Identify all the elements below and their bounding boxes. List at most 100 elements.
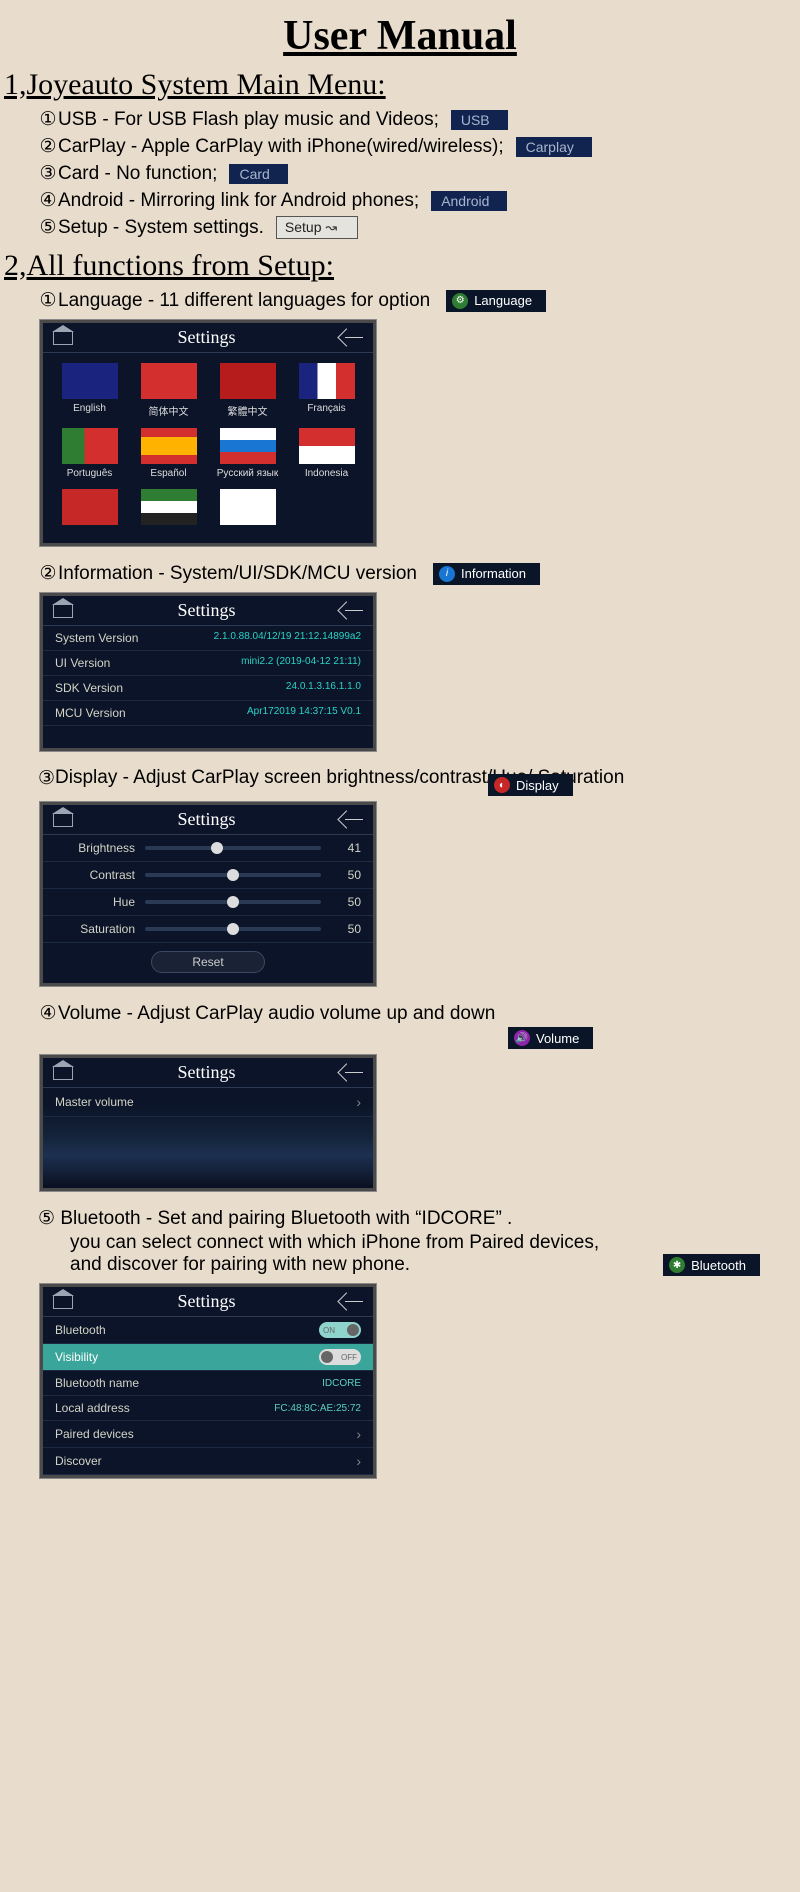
slider-row[interactable]: Hue 50	[43, 889, 373, 916]
language-btn-label: Language	[474, 293, 532, 308]
menu-item: ② CarPlay - Apple CarPlay with iPhone(wi…	[0, 133, 800, 160]
settings-title: Settings	[177, 809, 235, 830]
info-icon: i	[439, 566, 455, 582]
slider-track[interactable]	[145, 873, 321, 877]
flag-icon	[141, 489, 197, 525]
display-text: Display - Adjust CarPlay screen brightne…	[55, 767, 738, 789]
menu-item-text: Android - Mirroring link for Android pho…	[58, 190, 419, 212]
language-option[interactable]: Русский язык	[213, 428, 282, 479]
slider-value: 50	[331, 868, 361, 882]
menu-tag-button[interactable]: USB	[451, 110, 508, 130]
marker: ⑤	[38, 1208, 55, 1229]
back-icon[interactable]	[340, 331, 363, 344]
home-icon[interactable]	[53, 1295, 73, 1309]
screen-header: Settings	[43, 1058, 373, 1088]
settings-title: Settings	[177, 600, 235, 621]
toggle-switch[interactable]: ON	[319, 1322, 361, 1338]
marker: ④	[38, 1002, 58, 1025]
bluetooth-row[interactable]: Discover›	[43, 1448, 373, 1475]
marker: ①	[38, 108, 58, 131]
slider-label: Saturation	[55, 922, 135, 936]
flag-icon	[62, 428, 118, 464]
master-volume-row[interactable]: Master volume ›	[43, 1088, 373, 1117]
language-option[interactable]: English	[55, 363, 124, 418]
slider-row[interactable]: Brightness 41	[43, 835, 373, 862]
menu-tag-button[interactable]: Android	[431, 191, 507, 211]
home-icon[interactable]	[53, 604, 73, 618]
bluetooth-row[interactable]: Bluetooth ON	[43, 1317, 373, 1344]
marker: ①	[38, 289, 58, 312]
information-button[interactable]: i Information	[433, 563, 540, 585]
slider-knob[interactable]	[211, 842, 223, 854]
s2-bt-line1: ⑤ Bluetooth - Set and pairing Bluetooth …	[0, 1205, 800, 1232]
language-option[interactable]: Português	[55, 428, 124, 479]
slider-row[interactable]: Saturation 50	[43, 916, 373, 943]
bt-row-label: Discover	[55, 1454, 102, 1468]
volume-screenshot: Settings Master volume ›	[40, 1055, 376, 1191]
display-btn-label: Display	[516, 778, 559, 793]
home-icon[interactable]	[53, 813, 73, 827]
slider-label: Contrast	[55, 868, 135, 882]
menu-tag-button[interactable]: Setup	[276, 216, 358, 239]
bluetooth-row[interactable]: Bluetooth nameIDCORE	[43, 1371, 373, 1396]
bluetooth-row[interactable]: Visibility OFF	[43, 1344, 373, 1371]
speaker-icon: 🔊	[514, 1030, 530, 1046]
volume-button[interactable]: 🔊 Volume	[508, 1027, 593, 1049]
language-option[interactable]: Indonesia	[292, 428, 361, 479]
slider-knob[interactable]	[227, 869, 239, 881]
menu-tag-button[interactable]: Carplay	[516, 137, 592, 157]
chevron-right-icon: ›	[356, 1426, 361, 1442]
language-option[interactable]	[55, 489, 124, 529]
info-value: 24.0.1.3.16.1.1.0	[286, 681, 361, 695]
flag-icon	[220, 489, 276, 525]
marker: ⑤	[38, 216, 58, 239]
reset-button[interactable]: Reset	[151, 951, 264, 973]
flag-icon	[62, 489, 118, 525]
back-icon[interactable]	[340, 1295, 363, 1308]
slider-track[interactable]	[145, 900, 321, 904]
info-key: System Version	[55, 631, 138, 645]
language-option[interactable]: Español	[134, 428, 203, 479]
slider-track[interactable]	[145, 846, 321, 850]
slider-track[interactable]	[145, 927, 321, 931]
section-1-heading: 1,Joyeauto System Main Menu:	[0, 60, 800, 106]
bt-row-label: Bluetooth name	[55, 1376, 139, 1390]
marker: ③	[38, 162, 58, 185]
bluetooth-row[interactable]: Local addressFC:48:8C:AE:25:72	[43, 1396, 373, 1421]
settings-title: Settings	[177, 1062, 235, 1083]
flag-icon	[141, 428, 197, 464]
display-button[interactable]: ◐ Display	[488, 774, 573, 796]
menu-item: ① USB - For USB Flash play music and Vid…	[0, 106, 800, 133]
slider-row[interactable]: Contrast 50	[43, 862, 373, 889]
bt-row-label: Bluetooth	[55, 1323, 106, 1337]
flag-icon	[220, 428, 276, 464]
bluetooth-button[interactable]: ✱ Bluetooth	[663, 1254, 760, 1276]
slider-knob[interactable]	[227, 923, 239, 935]
language-option[interactable]: Français	[292, 363, 361, 418]
language-option[interactable]: 简体中文	[134, 363, 203, 418]
language-option[interactable]: 繁體中文	[213, 363, 282, 418]
bt-btn-label: Bluetooth	[691, 1258, 746, 1273]
toggle-switch[interactable]: OFF	[319, 1349, 361, 1365]
home-icon[interactable]	[53, 331, 73, 345]
info-row: System Version2.1.0.88.04/12/19 21:12.14…	[43, 626, 373, 651]
back-icon[interactable]	[340, 1066, 363, 1079]
screen-header: Settings	[43, 596, 373, 626]
bluetooth-row[interactable]: Paired devices ›	[43, 1421, 373, 1448]
marker: ②	[38, 135, 58, 158]
home-icon[interactable]	[53, 1066, 73, 1080]
language-option[interactable]	[213, 489, 282, 529]
slider-value: 41	[331, 841, 361, 855]
menu-item-text: Setup - System settings.	[58, 217, 264, 239]
back-icon[interactable]	[340, 604, 363, 617]
language-option[interactable]	[134, 489, 203, 529]
back-icon[interactable]	[340, 813, 363, 826]
bt-row-label: Paired devices	[55, 1427, 134, 1441]
slider-knob[interactable]	[227, 896, 239, 908]
bluetooth-icon: ✱	[669, 1257, 685, 1273]
flag-label: Português	[55, 468, 124, 479]
bt-text1: Bluetooth - Set and pairing Bluetooth wi…	[60, 1208, 512, 1229]
display-screenshot: Settings Brightness 41Contrast 50Hue 50S…	[40, 802, 376, 986]
menu-tag-button[interactable]: Card	[229, 164, 287, 184]
language-button[interactable]: ⚙ Language	[446, 290, 546, 312]
